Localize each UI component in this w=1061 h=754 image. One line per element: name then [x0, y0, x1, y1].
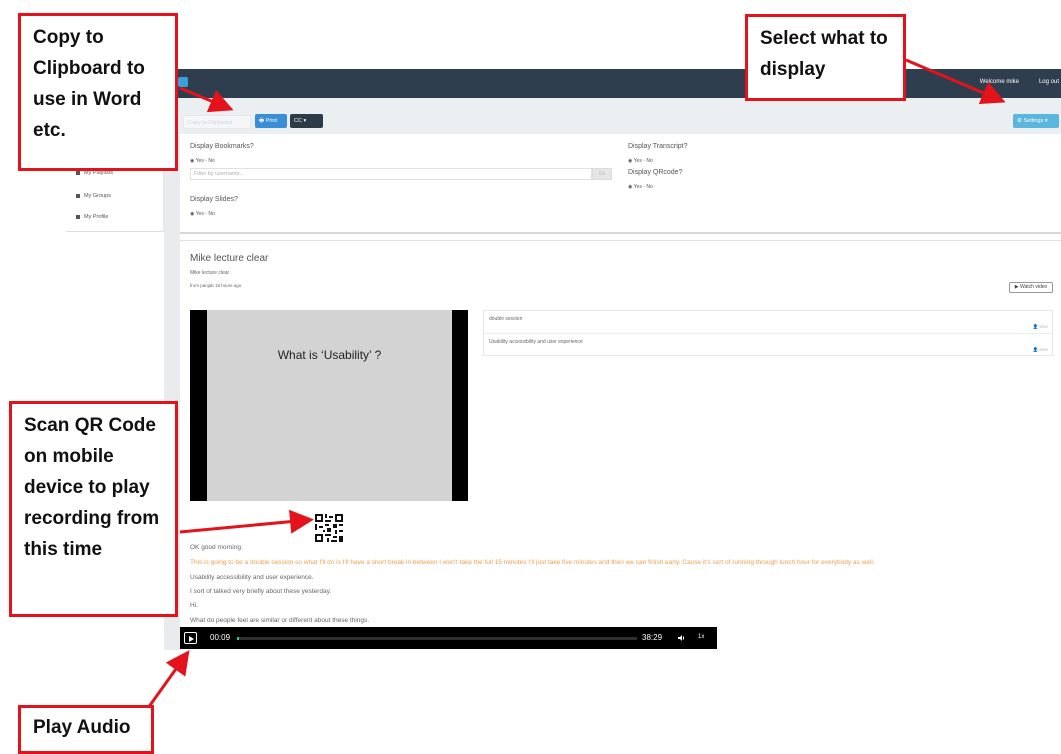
- sidebar-item-label: My Groups: [84, 193, 111, 199]
- watch-video-button[interactable]: ▶ Watch video: [1009, 282, 1053, 293]
- transcript-line[interactable]: OK good morning.: [190, 544, 243, 551]
- watch-video-label: Watch video: [1019, 284, 1048, 290]
- arrow-play: [146, 650, 190, 709]
- top-navbar: Welcome mike Log out: [176, 69, 1061, 98]
- groups-icon: [76, 193, 80, 198]
- speed-button[interactable]: 1x: [698, 634, 704, 640]
- bookmarks-radio[interactable]: ◉ Yes ◦ No: [190, 158, 215, 164]
- current-time: 00:09: [210, 633, 231, 642]
- filter-go-button[interactable]: Go: [592, 168, 612, 180]
- volume-icon[interactable]: [678, 635, 685, 641]
- menu-icon[interactable]: [178, 77, 188, 87]
- print-button[interactable]: 🖶 Print: [255, 114, 287, 128]
- slides-label: Display Slides?: [190, 196, 238, 203]
- transcript-options: Yes ◦ No: [633, 158, 653, 164]
- transcript-line-current[interactable]: This is going to be a double session so …: [190, 559, 875, 566]
- callout-play-audio: Play Audio: [18, 705, 154, 754]
- copy-clipboard-button[interactable]: Copy to Clipboard: [183, 115, 251, 129]
- transcript-line[interactable]: Usability accessibility and user experie…: [190, 574, 314, 581]
- sidebar-item-groups[interactable]: My Groups: [76, 193, 111, 199]
- bookmark-text: Usability accessibility and user experie…: [489, 339, 583, 345]
- bookmarks-label: Display Bookmarks?: [190, 143, 254, 150]
- bookmark-user: 👤mike: [1032, 347, 1048, 352]
- welcome-text: Welcome mike: [979, 79, 1019, 85]
- bookmarks-options: Yes ◦ No: [195, 158, 215, 164]
- toolbar: Copy to Clipboard 🖶 Print CC ▾ ⚙ Setting…: [180, 98, 1061, 134]
- cc-label: CC: [294, 118, 302, 124]
- transcript-line[interactable]: I sort of talked very briefly about thes…: [190, 588, 331, 595]
- bookmark-item[interactable]: Usability accessibility and user experie…: [484, 334, 1052, 357]
- bookmark-text: double session: [489, 316, 523, 322]
- slide-image: What is ‘Usability’ ?: [207, 310, 452, 501]
- recording-title: Mike lecture clear: [190, 253, 269, 264]
- list-icon: [76, 170, 80, 175]
- slide-viewer[interactable]: What is ‘Usability’ ?: [190, 310, 468, 501]
- bookmark-user-name: mike: [1038, 347, 1048, 352]
- display-settings-panel: Display Bookmarks? ◉ Yes ◦ No Filter by …: [180, 134, 1061, 234]
- recording-content: Mike lecture clear Mike lecture clear fr…: [180, 240, 1061, 650]
- settings-button[interactable]: ⚙ Settings ▾: [1013, 114, 1059, 128]
- callout-select-display: Select what to display: [745, 14, 906, 101]
- print-label: Print: [265, 118, 278, 124]
- progress-track[interactable]: [237, 637, 637, 640]
- recording-meta: from panjab 19 hours ago: [190, 283, 242, 288]
- slides-radio[interactable]: ◉ Yes ◦ No: [190, 211, 215, 217]
- settings-label: Settings: [1023, 118, 1044, 124]
- bookmark-list: double session 👤mike Usability accessibi…: [483, 310, 1053, 356]
- bookmark-user: 👤mike: [1032, 324, 1048, 329]
- filter-username-input[interactable]: Filter by username...: [190, 168, 592, 180]
- transcript-line[interactable]: What do people feel are similar or diffe…: [190, 617, 369, 624]
- qr-code-icon[interactable]: [315, 514, 343, 542]
- bookmark-item[interactable]: double session 👤mike: [484, 311, 1052, 334]
- qrcode-label: Display QRcode?: [628, 169, 683, 176]
- progress-fill: [237, 637, 239, 640]
- audio-player: 00:09 38:29 1x: [180, 627, 717, 649]
- play-icon[interactable]: [184, 632, 197, 644]
- transcript-line[interactable]: Hi.: [190, 602, 198, 609]
- sidebar-item-label: My Profile: [84, 214, 109, 220]
- bookmark-user-name: mike: [1038, 324, 1048, 329]
- transcript-radio[interactable]: ◉ Yes ◦ No: [628, 158, 653, 164]
- user-icon: [76, 214, 80, 219]
- callout-copy-clipboard: Copy to Clipboard to use in Word etc.: [18, 13, 178, 171]
- transcript-label: Display Transcript?: [628, 143, 688, 150]
- callout-scan-qr: Scan QR Code on mobile device to play re…: [9, 401, 178, 617]
- sidebar-item-profile[interactable]: My Profile: [76, 214, 108, 220]
- qrcode-options: Yes ◦ No: [633, 184, 653, 190]
- slides-options: Yes ◦ No: [195, 211, 215, 217]
- qrcode-radio[interactable]: ◉ Yes ◦ No: [628, 184, 653, 190]
- total-time: 38:29: [642, 633, 663, 642]
- cc-button[interactable]: CC ▾: [290, 114, 323, 128]
- recording-subtitle: Mike lecture clear: [190, 270, 230, 276]
- slide-text: What is ‘Usability’ ?: [277, 348, 382, 362]
- logout-link[interactable]: Log out: [1039, 79, 1059, 85]
